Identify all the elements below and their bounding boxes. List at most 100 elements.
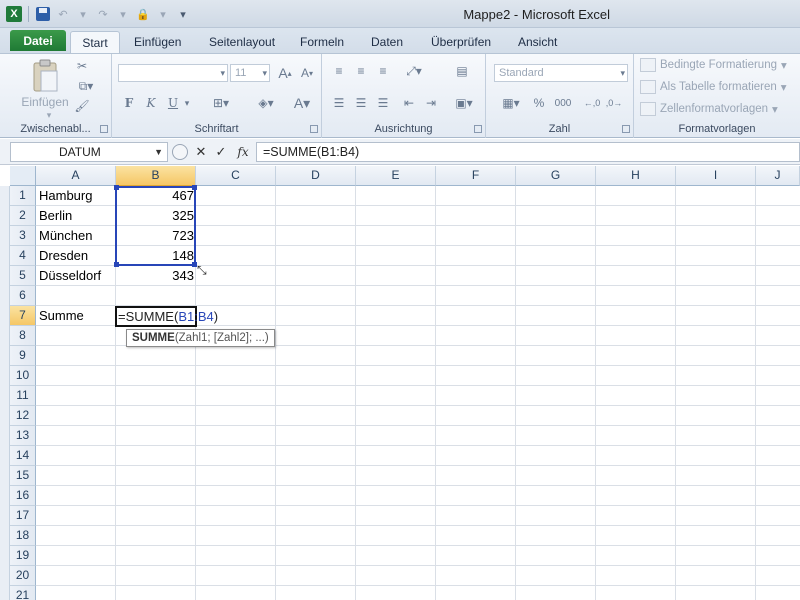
dialog-launcher-icon[interactable] (100, 125, 108, 133)
paste-dropdown-icon[interactable]: ▾ (43, 110, 55, 120)
decrease-indent-icon[interactable]: ⇤ (400, 94, 418, 112)
format-painter-icon[interactable]: 🖌 (74, 98, 90, 114)
thousands-button[interactable]: 000 (552, 94, 574, 112)
align-bottom-icon[interactable]: ≡ (374, 62, 392, 80)
tab-daten[interactable]: Daten (365, 31, 409, 53)
copy-icon[interactable]: ⧉▾ (74, 78, 98, 94)
active-cell-editor[interactable]: =SUMME(B1:B4) (115, 306, 218, 327)
align-left-icon[interactable]: ☰ (330, 94, 348, 112)
row-header-5[interactable]: 5 (10, 266, 36, 286)
column-header-f[interactable]: F (436, 166, 516, 186)
row-header-7[interactable]: 7 (10, 306, 36, 326)
select-all-corner[interactable] (10, 166, 36, 186)
dialog-launcher-icon[interactable] (474, 125, 482, 133)
formula-input[interactable]: =SUMME(B1:B4) (256, 142, 800, 162)
function-tooltip[interactable]: SUMME(Zahl1; [Zahl2]; ...) (126, 329, 275, 347)
align-right-icon[interactable]: ☰ (374, 94, 392, 112)
cell-b3[interactable]: 723 (117, 226, 196, 246)
dialog-launcher-icon[interactable] (622, 125, 630, 133)
tab-einfuegen[interactable]: Einfügen (128, 31, 187, 53)
cell-b4[interactable]: 148 (117, 246, 196, 266)
increase-decimal-icon[interactable]: ←,0 (582, 94, 602, 112)
column-header-b[interactable]: B (116, 166, 196, 186)
dialog-launcher-icon[interactable] (310, 125, 318, 133)
align-top-icon[interactable]: ≡ (330, 62, 348, 80)
grow-font-icon[interactable]: A ▴ (276, 64, 294, 82)
merge-cells-icon[interactable]: ▣▾ (450, 94, 478, 112)
tab-start[interactable]: Start (70, 31, 120, 53)
column-header-h[interactable]: H (596, 166, 676, 186)
currency-icon[interactable]: ▦▾ (496, 94, 526, 112)
tab-seitenlayout[interactable]: Seitenlayout (203, 31, 281, 53)
borders-icon[interactable]: ⊞▾ (208, 94, 234, 112)
worksheet-grid[interactable]: ABCDEFGHIJ 1 2 3 4 5 6 7 8 9 10 11 12 13 14 15 16 17 18 19… (0, 166, 800, 600)
row-header-3[interactable]: 3 (10, 226, 36, 246)
row-header-2[interactable]: 2 (10, 206, 36, 226)
row-header-11[interactable]: 11 (10, 386, 36, 406)
align-middle-icon[interactable]: ≡ (352, 62, 370, 80)
cancel-icon[interactable]: ✕ (192, 143, 210, 161)
column-header-g[interactable]: G (516, 166, 596, 186)
cell-styles-button[interactable]: Zellenformatvorlagen ▾ (640, 102, 778, 116)
tab-formeln[interactable]: Formeln (294, 31, 350, 53)
row-header-6[interactable]: 6 (10, 286, 36, 306)
column-header-d[interactable]: D (276, 166, 356, 186)
row-header-14[interactable]: 14 (10, 446, 36, 466)
font-color-icon[interactable]: A▾ (288, 94, 316, 112)
row-header-12[interactable]: 12 (10, 406, 36, 426)
row-header-19[interactable]: 19 (10, 546, 36, 566)
column-header-j[interactable]: J (756, 166, 800, 186)
row-header-18[interactable]: 18 (10, 526, 36, 546)
cell-a3[interactable]: München (37, 226, 119, 246)
tab-ansicht[interactable]: Ansicht (512, 31, 563, 53)
cell-a5[interactable]: Düsseldorf (37, 266, 119, 286)
underline-dropdown-icon[interactable]: ▾ (182, 94, 192, 112)
column-header-a[interactable]: A (36, 166, 116, 186)
align-center-icon[interactable]: ☰ (352, 94, 370, 112)
orientation-icon[interactable]: ⤢▾ (400, 62, 428, 80)
italic-button[interactable]: K (142, 94, 160, 112)
row-header-9[interactable]: 9 (10, 346, 36, 366)
cell-a1[interactable]: Hamburg (37, 186, 119, 206)
row-header-13[interactable]: 13 (10, 426, 36, 446)
name-box[interactable]: DATUM ▼ (10, 142, 168, 162)
tooltip-function-name[interactable]: SUMME (132, 332, 175, 344)
cell-b2[interactable]: 325 (117, 206, 196, 226)
row-header-4[interactable]: 4 (10, 246, 36, 266)
wrap-text-icon[interactable]: ▤ (452, 62, 472, 80)
row-header-8[interactable]: 8 (10, 326, 36, 346)
enter-icon[interactable]: ✓ (212, 143, 230, 161)
number-format-select[interactable]: Standard ▾ (494, 64, 628, 82)
shrink-font-icon[interactable]: A ▾ (298, 64, 316, 82)
row-header-16[interactable]: 16 (10, 486, 36, 506)
format-as-table-button[interactable]: Als Tabelle formatieren ▾ (640, 80, 787, 94)
tab-ueberpruefen[interactable]: Überprüfen (425, 31, 497, 53)
underline-button[interactable]: U (164, 94, 182, 112)
column-header-c[interactable]: C (196, 166, 276, 186)
cell-b5[interactable]: 343 (117, 266, 196, 286)
conditional-formatting-button[interactable]: Bedingte Formatierung ▾ (640, 58, 787, 72)
paste-icon[interactable] (28, 58, 62, 94)
increase-indent-icon[interactable]: ⇥ (422, 94, 440, 112)
percent-button[interactable]: % (530, 94, 548, 112)
row-header-20[interactable]: 20 (10, 566, 36, 586)
cut-icon[interactable]: ✂ (74, 58, 90, 74)
bold-button[interactable]: F (120, 94, 138, 112)
fill-color-icon[interactable]: ◈▾ (252, 94, 280, 112)
tab-datei[interactable]: Datei (10, 30, 66, 51)
font-size-select[interactable]: 11 ▾ (230, 64, 270, 82)
row-header-21[interactable]: 21 (10, 586, 36, 600)
font-name-select[interactable]: ▾ (118, 64, 228, 82)
decrease-decimal-icon[interactable]: ,0→ (604, 94, 624, 112)
cell-a2[interactable]: Berlin (37, 206, 119, 226)
row-header-10[interactable]: 10 (10, 366, 36, 386)
paste-button[interactable]: Einfügen (18, 94, 72, 110)
row-header-17[interactable]: 17 (10, 506, 36, 526)
column-header-i[interactable]: I (676, 166, 756, 186)
cell-a4[interactable]: Dresden (37, 246, 119, 266)
cell-a7[interactable]: Summe (37, 306, 119, 326)
row-header-1[interactable]: 1 (10, 186, 36, 206)
insert-function-button[interactable]: fx (234, 143, 252, 161)
formula-bar-resize-handle[interactable] (172, 144, 188, 160)
row-header-15[interactable]: 15 (10, 466, 36, 486)
